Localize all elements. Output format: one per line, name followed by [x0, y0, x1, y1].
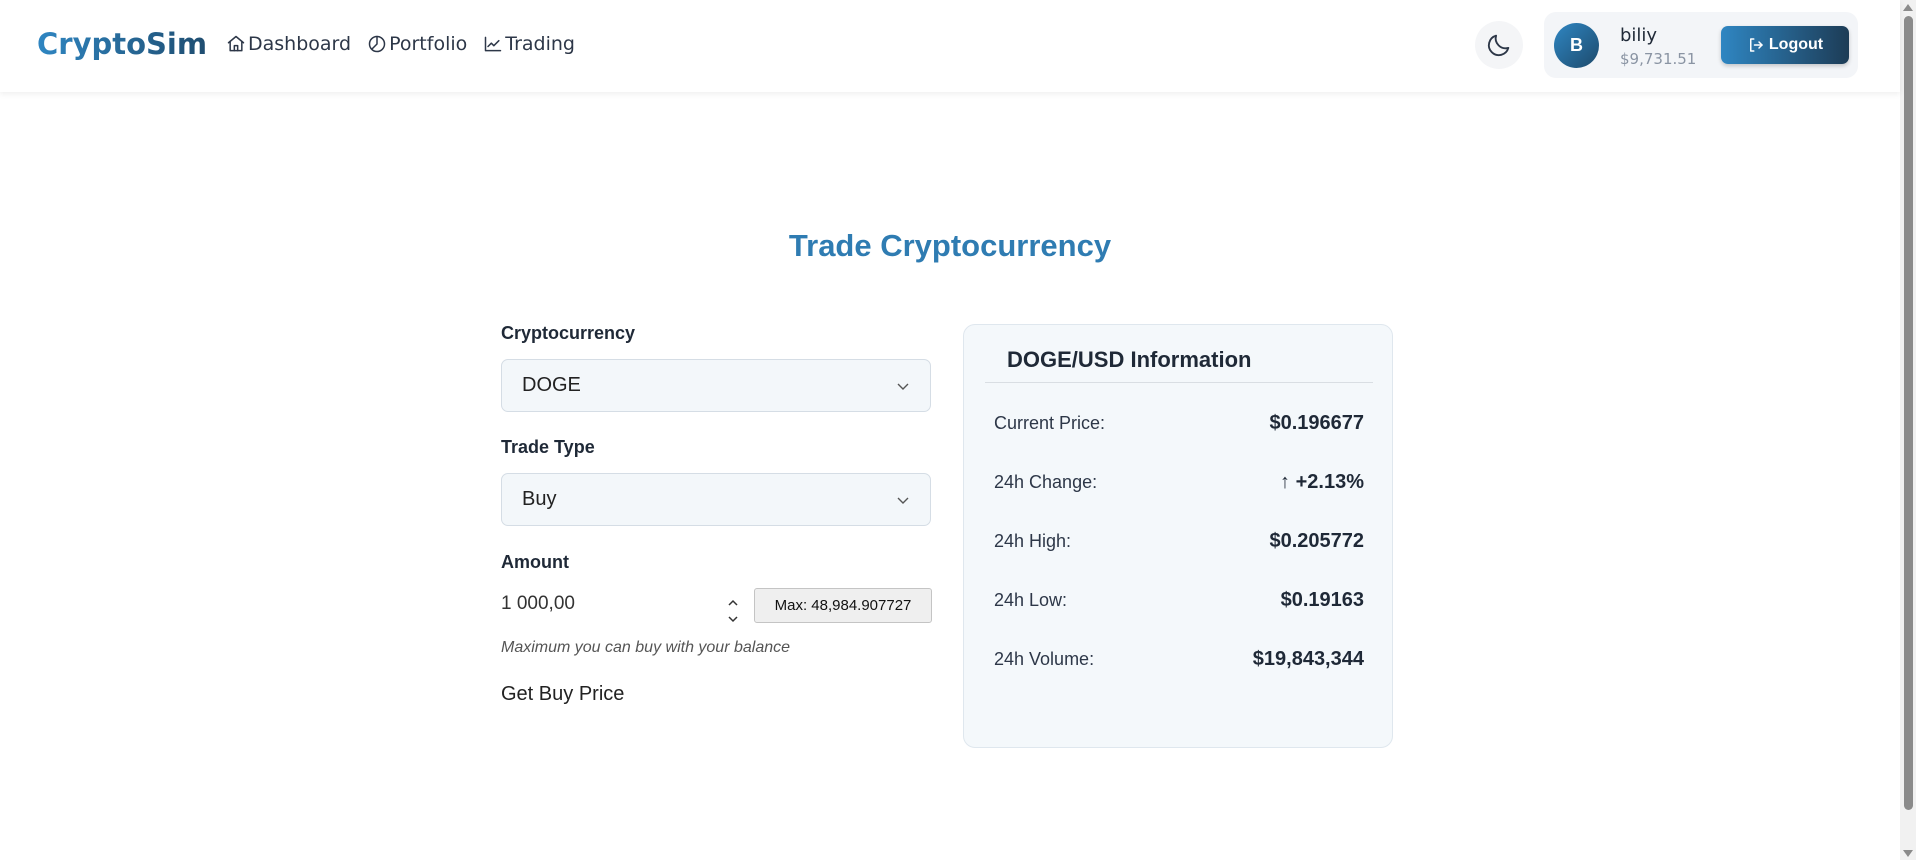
info-value: $0.205772: [1269, 530, 1364, 552]
cryptocurrency-label: Cryptocurrency: [501, 323, 636, 343]
user-balance: $9,731.51: [1620, 50, 1697, 68]
trade-type-label: Trade Type: [501, 437, 595, 457]
theme-toggle-button[interactable]: [1475, 21, 1523, 69]
moon-icon: [1487, 34, 1510, 57]
trade-type-select-value: Buy: [522, 488, 557, 510]
amount-input[interactable]: 1 000,00: [501, 593, 575, 615]
info-row-24h-volume: 24h Volume: $19,843,344: [994, 647, 1364, 675]
info-row-24h-high: 24h High: $0.205772: [994, 529, 1364, 557]
info-key: 24h Volume:: [994, 649, 1095, 669]
scroll-down-arrow[interactable]: [1903, 850, 1913, 857]
chevron-down-icon: [897, 383, 909, 390]
info-key: 24h Change:: [994, 472, 1098, 492]
max-amount-button[interactable]: Max: 48,984.907727: [754, 588, 932, 623]
market-info-card: DOGE/USD Information Current Price: $0.1…: [963, 324, 1393, 748]
logout-label: Logout: [1768, 36, 1824, 53]
logout-icon: [1749, 38, 1763, 52]
top-navbar: CryptoSim Dashboard Portfolio Trading B: [0, 0, 1900, 92]
page-title: Trade Cryptocurrency: [788, 228, 1112, 263]
user-panel: B biliy $9,731.51 Logout: [1544, 12, 1858, 78]
chevron-down-icon: [897, 497, 909, 504]
number-stepper-icon[interactable]: [726, 596, 740, 626]
amount-label: Amount: [501, 552, 569, 572]
trending-up-icon: [485, 36, 502, 52]
scroll-thumb[interactable]: [1904, 16, 1913, 810]
get-buy-price-button[interactable]: Get Buy Price: [501, 683, 624, 706]
info-value: $0.19163: [1280, 589, 1364, 611]
info-value: ↑ +2.13%: [1280, 471, 1364, 494]
info-key: 24h High:: [994, 531, 1072, 551]
nav-dashboard-label: Dashboard: [248, 33, 352, 55]
nav-dashboard[interactable]: Dashboard: [226, 33, 351, 55]
info-divider: [985, 382, 1373, 383]
app-logo[interactable]: CryptoSim: [37, 27, 207, 61]
arrow-up-icon: ↑: [1280, 471, 1291, 493]
info-key: Current Price:: [994, 413, 1106, 433]
nav-trading-label: Trading: [505, 33, 575, 55]
username: biliy: [1620, 25, 1658, 46]
page-scrollbar[interactable]: [1900, 0, 1916, 860]
main-nav: Dashboard Portfolio Trading: [226, 33, 575, 55]
info-value: $0.196677: [1269, 412, 1364, 434]
info-row-24h-change: 24h Change: ↑ +2.13%: [994, 470, 1364, 498]
info-row-current-price: Current Price: $0.196677: [994, 411, 1364, 439]
info-value: $19,843,344: [1252, 648, 1364, 670]
cryptocurrency-select[interactable]: DOGE: [501, 359, 931, 412]
amount-hint: Maximum you can buy with your balance: [501, 639, 791, 656]
scroll-up-arrow[interactable]: [1903, 4, 1913, 11]
nav-portfolio[interactable]: Portfolio: [367, 33, 467, 55]
nav-portfolio-label: Portfolio: [389, 33, 468, 55]
info-key: 24h Low:: [994, 590, 1068, 610]
home-icon: [227, 35, 245, 52]
avatar: B: [1554, 23, 1599, 68]
pie-chart-icon: [368, 35, 386, 53]
logout-button[interactable]: Logout: [1721, 26, 1849, 64]
trade-type-select[interactable]: Buy: [501, 473, 931, 526]
info-row-24h-low: 24h Low: $0.19163: [994, 588, 1364, 616]
change-value: +2.13%: [1295, 471, 1364, 493]
cryptocurrency-select-value: DOGE: [522, 374, 581, 396]
info-card-title: DOGE/USD Information: [1007, 347, 1252, 372]
nav-trading[interactable]: Trading: [483, 33, 575, 55]
